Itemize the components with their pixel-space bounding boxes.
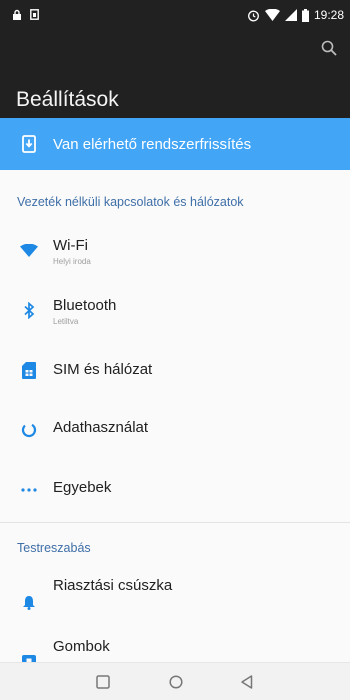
settings-item-title: Bluetooth bbox=[53, 297, 117, 314]
settings-item-alert-slider[interactable]: Riasztási csúszka bbox=[0, 568, 350, 628]
settings-item-subtitle: Helyi iroda bbox=[53, 257, 91, 266]
bluetooth-icon bbox=[20, 301, 38, 319]
settings-item-sim-network[interactable]: SIM és hálózat bbox=[0, 340, 350, 400]
settings-item-title: SIM és hálózat bbox=[53, 361, 153, 378]
sim-icon bbox=[30, 9, 39, 20]
status-time: 19:28 bbox=[313, 8, 344, 22]
settings-item-title: Wi-Fi bbox=[53, 237, 88, 254]
recents-icon[interactable] bbox=[94, 673, 112, 691]
settings-item-title: Riasztási csúszka bbox=[53, 577, 173, 594]
settings-item-data-usage[interactable]: Adathasználat bbox=[0, 400, 350, 460]
section-header-wireless: Vezeték nélküli kapcsolatok és hálózatok bbox=[17, 195, 244, 209]
settings-item-wifi[interactable]: Wi-Fi Helyi iroda bbox=[0, 220, 350, 280]
section-divider bbox=[0, 522, 350, 523]
status-bar: 19:28 bbox=[0, 0, 350, 30]
banner-text: Van elérhető rendszerfrissítés bbox=[53, 135, 252, 153]
wifi-icon bbox=[264, 9, 280, 21]
alarm-icon bbox=[248, 10, 259, 21]
wifi-icon bbox=[20, 241, 38, 259]
signal-icon bbox=[284, 9, 297, 21]
settings-item-title: Egyebek bbox=[53, 479, 112, 496]
lock-icon bbox=[13, 9, 21, 20]
back-icon[interactable] bbox=[238, 673, 256, 691]
alert-slider-icon bbox=[20, 593, 38, 611]
data-usage-icon bbox=[20, 421, 38, 439]
page-title: Beállítások bbox=[16, 88, 119, 111]
settings-item-bluetooth[interactable]: Bluetooth Letiltva bbox=[0, 280, 350, 340]
settings-item-more[interactable]: Egyebek bbox=[0, 460, 350, 520]
settings-item-subtitle: Letiltva bbox=[53, 317, 79, 326]
home-icon[interactable] bbox=[167, 673, 185, 691]
sim-card-icon bbox=[20, 361, 38, 379]
app-bar: Beállítások bbox=[0, 30, 350, 118]
settings-item-title: Gombok bbox=[53, 638, 110, 655]
section-header-customization: Testreszabás bbox=[17, 541, 91, 555]
more-icon bbox=[20, 481, 38, 499]
system-update-icon bbox=[22, 135, 36, 153]
settings-item-title: Adathasználat bbox=[53, 419, 149, 436]
navigation-bar bbox=[0, 662, 350, 700]
system-update-banner[interactable]: Van elérhető rendszerfrissítés bbox=[0, 118, 350, 170]
battery-icon bbox=[301, 8, 309, 22]
search-icon[interactable] bbox=[320, 39, 338, 57]
